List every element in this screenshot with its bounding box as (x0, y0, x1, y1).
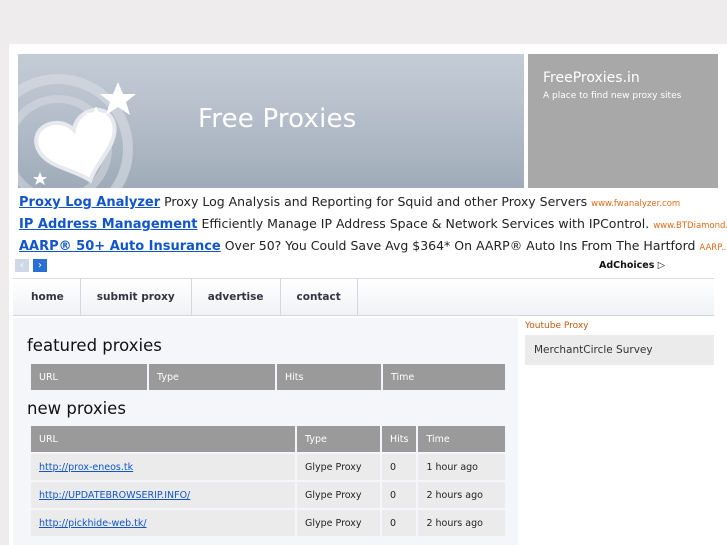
main-nav: home submit proxy advertise contact (13, 278, 714, 316)
header-banner: Free Proxies (18, 54, 524, 188)
site-tagline: A place to find new proxy sites (543, 91, 682, 101)
ad-text: Proxy Log Analysis and Reporting for Squ… (164, 194, 588, 209)
proxy-type: Glype Proxy (297, 510, 380, 536)
site-title[interactable]: Free Proxies (198, 104, 356, 134)
ad-line: Proxy Log Analyzer Proxy Log Analysis an… (19, 193, 680, 211)
ad-line: AARP® 50+ Auto Insurance Over 50? You Co… (19, 237, 727, 255)
ad-link[interactable]: IP Address Management (19, 217, 197, 232)
ad-url[interactable]: www.fwanalyzer.com (591, 199, 680, 209)
sidebar: Youtube Proxy MerchantCircle Survey (521, 318, 714, 545)
proxy-type: Glype Proxy (297, 454, 380, 480)
ad-link[interactable]: AARP® 50+ Auto Insurance (19, 239, 221, 254)
proxy-time: 2 hours ago (418, 510, 505, 536)
column-header-time: Time (383, 364, 505, 390)
ad-line: IP Address Management Efficiently Manage… (19, 215, 727, 233)
column-header-hits: Hits (382, 426, 417, 452)
column-header-url: URL (31, 426, 295, 452)
new-proxies-table: URL Type Hits Time http://prox-eneos.tk … (29, 424, 507, 538)
proxy-time: 2 hours ago (418, 482, 505, 508)
ad-text: Over 50? You Could Save Avg $364* On AAR… (224, 238, 696, 253)
proxy-hits: 0 (382, 510, 417, 536)
column-header-hits: Hits (277, 364, 381, 390)
proxy-hits: 0 (382, 454, 417, 480)
featured-proxies-table: URL Type Hits Time (29, 362, 507, 392)
ad-next-arrow-icon[interactable]: › (33, 259, 47, 272)
sidebar-heading-link[interactable]: Youtube Proxy (525, 321, 589, 331)
proxy-url-link[interactable]: http://pickhide-web.tk/ (39, 518, 147, 529)
proxy-url-link[interactable]: http://prox-eneos.tk (39, 462, 133, 473)
ad-url[interactable]: AARP... (699, 243, 727, 253)
column-header-url: URL (31, 364, 147, 390)
ad-url[interactable]: www.BTDiamond... (653, 221, 727, 231)
table-row: http://UPDATEBROWSERIP.INFO/ Glype Proxy… (31, 482, 505, 508)
sidebar-item[interactable]: MerchantCircle Survey (525, 335, 714, 365)
page-container: Free Proxies FreeProxies.in A place to f… (9, 44, 727, 545)
site-domain[interactable]: FreeProxies.in (543, 70, 640, 86)
heart-stars-logo (18, 74, 136, 188)
ad-link[interactable]: Proxy Log Analyzer (19, 195, 160, 210)
proxy-type: Glype Proxy (297, 482, 380, 508)
table-header-row: URL Type Hits Time (31, 426, 505, 452)
site-info-box: FreeProxies.in A place to find new proxy… (528, 54, 718, 188)
nav-advertise[interactable]: advertise (192, 279, 281, 315)
main-content: featured proxies URL Type Hits Time new … (13, 318, 518, 545)
table-row: http://pickhide-web.tk/ Glype Proxy 0 2 … (31, 510, 505, 536)
proxy-hits: 0 (382, 482, 417, 508)
column-header-type: Type (297, 426, 380, 452)
column-header-time: Time (418, 426, 505, 452)
table-header-row: URL Type Hits Time (31, 364, 505, 390)
table-row: http://prox-eneos.tk Glype Proxy 0 1 hou… (31, 454, 505, 480)
ad-navigation: ‹ › (15, 259, 47, 272)
adchoices-link[interactable]: AdChoices ▷ (599, 260, 665, 271)
new-proxies-heading: new proxies (27, 399, 126, 418)
proxy-time: 1 hour ago (418, 454, 505, 480)
ad-prev-arrow-icon[interactable]: ‹ (15, 259, 29, 272)
column-header-type: Type (149, 364, 275, 390)
proxy-url-link[interactable]: http://UPDATEBROWSERIP.INFO/ (39, 490, 190, 501)
nav-contact[interactable]: contact (281, 279, 358, 315)
ad-text: Efficiently Manage IP Address Space & Ne… (201, 216, 650, 231)
nav-submit-proxy[interactable]: submit proxy (81, 279, 192, 315)
nav-home[interactable]: home (13, 279, 81, 315)
featured-proxies-heading: featured proxies (27, 336, 162, 355)
